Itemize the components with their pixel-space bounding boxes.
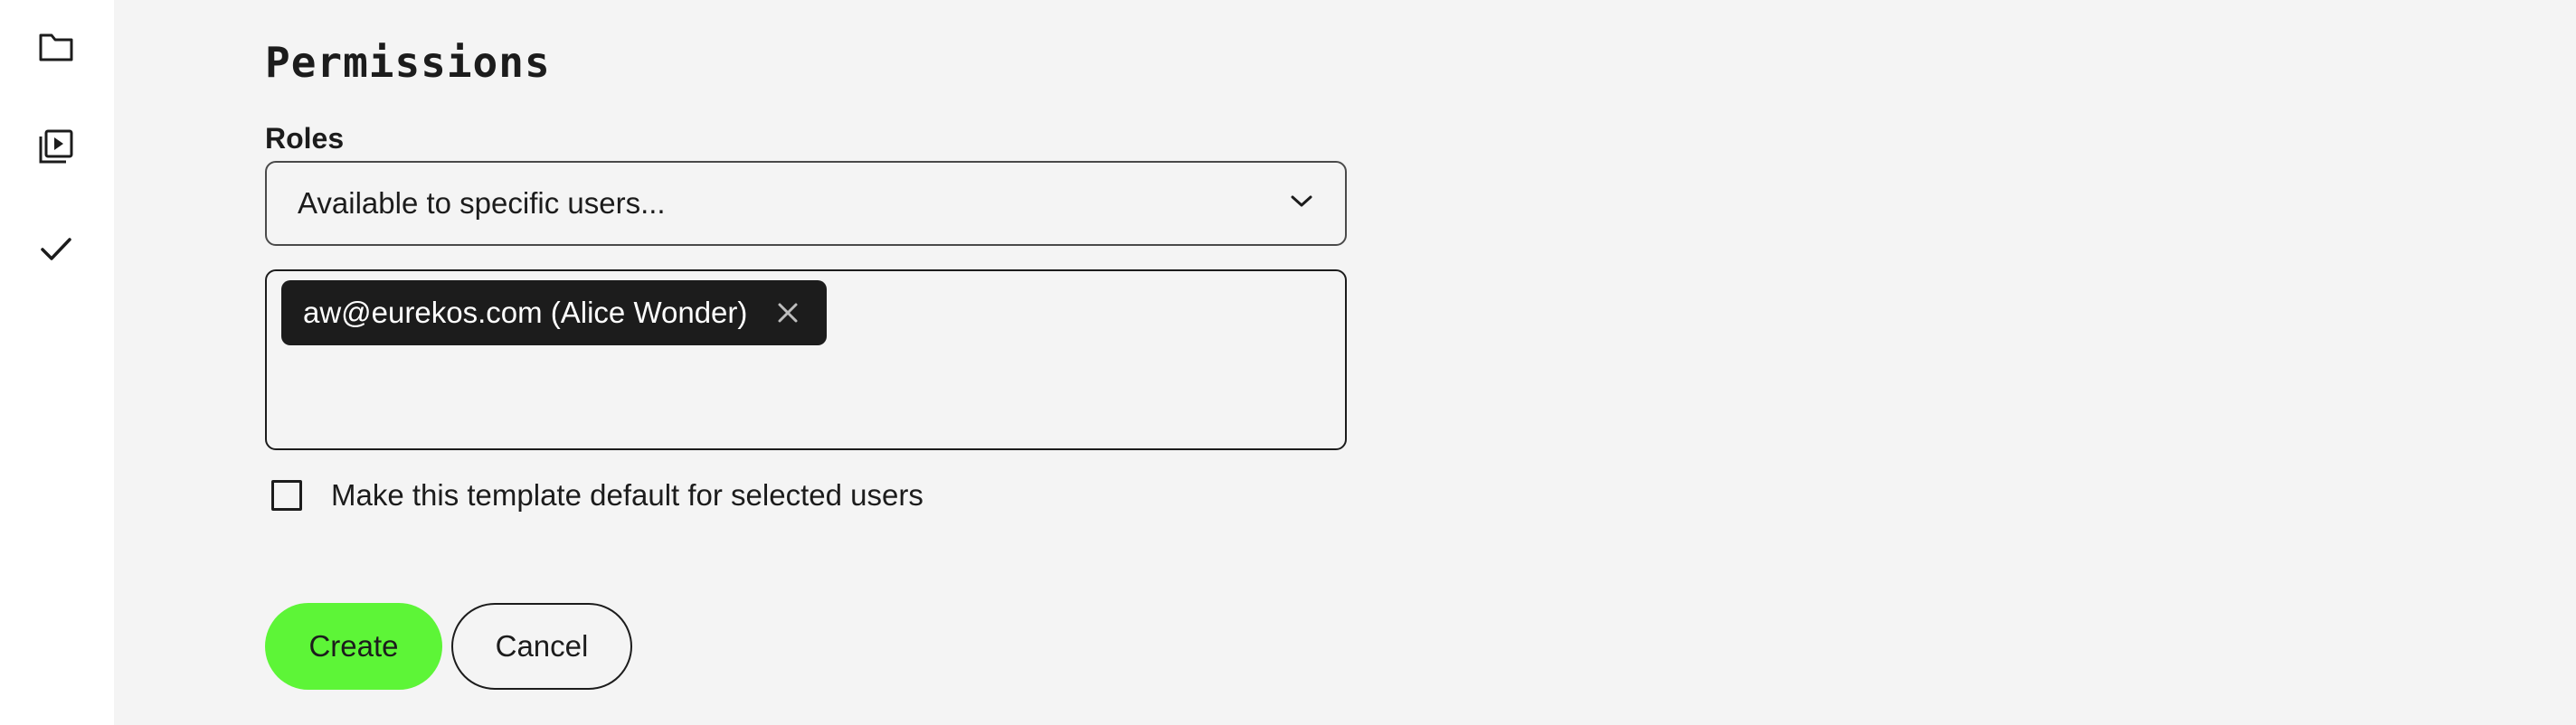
default-template-checkbox[interactable] <box>271 480 302 511</box>
close-icon <box>778 303 798 323</box>
sidebar-item-tasks[interactable] <box>34 228 78 271</box>
default-template-label: Make this template default for selected … <box>331 478 923 512</box>
main-content: Permissions Roles Available to specific … <box>114 0 2576 725</box>
selected-users-input[interactable]: aw@eurekos.com (Alice Wonder) <box>265 269 1347 450</box>
sidebar-item-folder[interactable] <box>34 25 78 69</box>
chevron-down-icon <box>1289 193 1314 214</box>
sidebar <box>0 0 114 725</box>
folder-icon <box>38 31 74 63</box>
video-library-icon <box>37 127 75 165</box>
user-chip: aw@eurekos.com (Alice Wonder) <box>281 280 828 345</box>
roles-select-value: Available to specific users... <box>298 186 666 220</box>
cancel-button[interactable]: Cancel <box>451 603 632 690</box>
roles-select[interactable]: Available to specific users... <box>265 161 1347 246</box>
checkmark-icon <box>40 236 72 263</box>
sidebar-item-media[interactable] <box>34 125 78 168</box>
section-title: Permissions <box>265 38 551 87</box>
default-template-option[interactable]: Make this template default for selected … <box>265 470 923 521</box>
user-chip-label: aw@eurekos.com (Alice Wonder) <box>303 296 748 329</box>
remove-user-button[interactable] <box>774 299 801 326</box>
create-button[interactable]: Create <box>265 603 442 690</box>
roles-label: Roles <box>265 122 345 155</box>
